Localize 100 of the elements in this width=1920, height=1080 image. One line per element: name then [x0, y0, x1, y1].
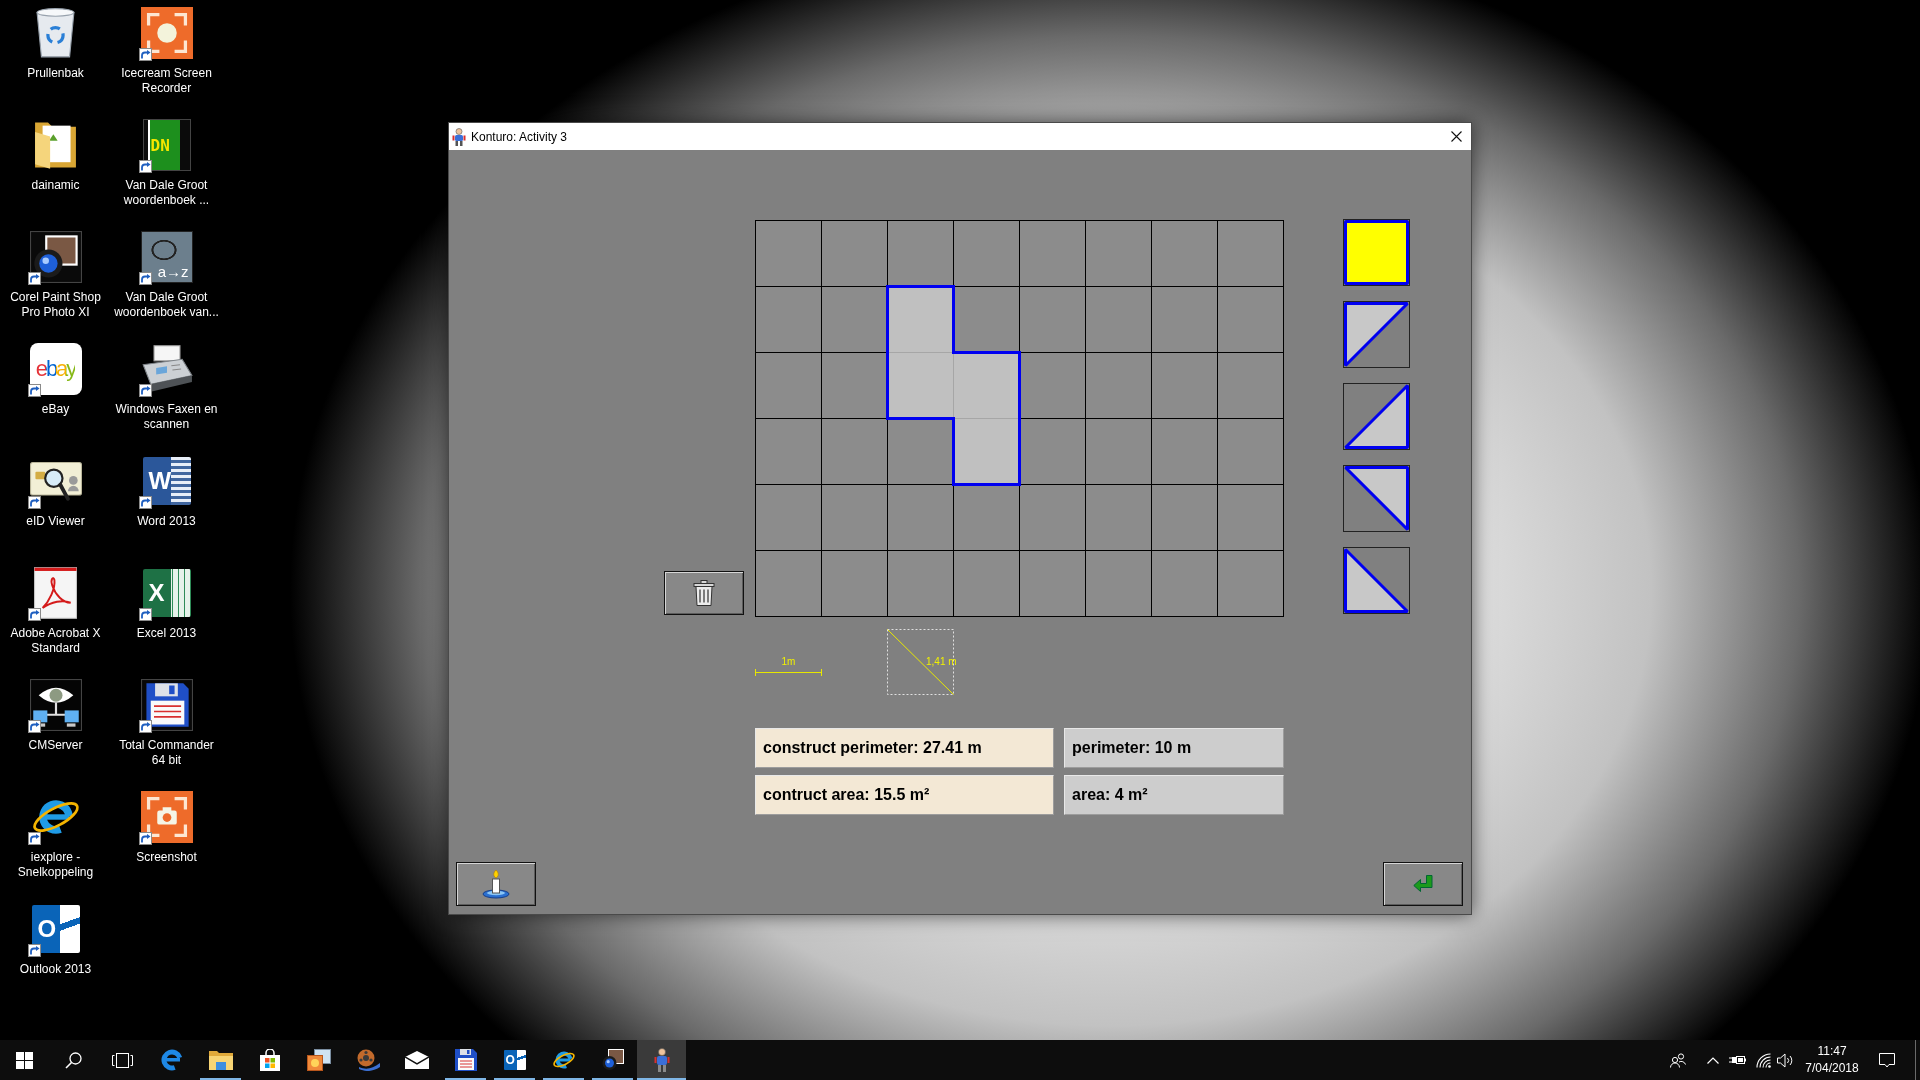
icon-label[interactable]: eID Viewer [26, 514, 85, 529]
icon-label[interactable]: Word 2013 [137, 514, 196, 529]
grid-cell[interactable] [1151, 286, 1218, 353]
grid-cell[interactable] [755, 286, 822, 353]
grid-cell[interactable] [1019, 220, 1086, 287]
grid-cell[interactable] [821, 484, 888, 551]
chevron-up-icon[interactable] [1707, 1056, 1719, 1064]
square-tool-button[interactable] [1343, 219, 1410, 286]
grid-cell[interactable] [1085, 418, 1152, 485]
grid-cell[interactable] [755, 484, 822, 551]
icon-label[interactable]: Prullenbak [27, 66, 84, 81]
grid-cell[interactable] [1151, 352, 1218, 419]
grid-cell[interactable] [887, 550, 954, 617]
grid-cell[interactable] [821, 352, 888, 419]
grid-cell[interactable] [1019, 418, 1086, 485]
letter-logo[interactable]: X [142, 569, 191, 617]
grid-cell[interactable] [1085, 550, 1152, 617]
filled-grid-cell[interactable] [887, 286, 954, 353]
enter-button[interactable] [1383, 862, 1463, 906]
filled-grid-cell[interactable] [953, 352, 1020, 419]
trash-button[interactable] [664, 571, 744, 615]
grid-cell[interactable] [1151, 550, 1218, 617]
icon-label[interactable]: Corel Paint Shop Pro Photo XI [1, 290, 110, 320]
icon-label[interactable]: iexplore - Snelkoppeling [1, 850, 110, 880]
fax-machine-icon[interactable] [140, 345, 193, 393]
grid-cell[interactable] [755, 352, 822, 419]
icon-label[interactable]: Windows Faxen en scannen [112, 402, 221, 432]
icon-label[interactable]: Outlook 2013 [19, 962, 92, 977]
icon-label[interactable]: CMServer [28, 738, 83, 753]
grid-cell[interactable] [821, 550, 888, 617]
clock-button[interactable]: 11:47 7/04/2018 [1797, 1040, 1867, 1080]
grid-cell[interactable] [1217, 418, 1284, 485]
icon-label[interactable]: eBay [41, 402, 70, 417]
triangle-tool-button[interactable] [1343, 383, 1410, 450]
icon-label[interactable]: Icecream Screen Recorder [112, 66, 221, 96]
grid-cell[interactable] [887, 418, 954, 485]
filled-grid-cell[interactable] [953, 418, 1020, 485]
grid-cell[interactable] [1151, 220, 1218, 287]
robot-icon [452, 127, 466, 146]
speaker-icon[interactable] [1776, 1052, 1794, 1068]
people-icon[interactable] [1670, 1052, 1686, 1068]
grid-cell[interactable] [1085, 286, 1152, 353]
grid-cell[interactable] [1217, 220, 1284, 287]
grid-cell[interactable] [1217, 286, 1284, 353]
icon-label[interactable]: Excel 2013 [136, 626, 197, 641]
grid-cell[interactable] [1019, 352, 1086, 419]
wifi-icon[interactable] [1755, 1052, 1771, 1068]
grid-cell[interactable] [1085, 220, 1152, 287]
grid-cell[interactable] [821, 418, 888, 485]
grid-cell[interactable] [1085, 352, 1152, 419]
folder-icon[interactable] [34, 121, 77, 169]
scale-bar [755, 669, 822, 676]
icon-label[interactable]: dainamic [31, 178, 80, 193]
grid-cell[interactable] [1217, 550, 1284, 617]
grid-cell[interactable] [821, 286, 888, 353]
camera-lens-icon[interactable] [29, 231, 82, 283]
triangle-tool-button[interactable] [1343, 547, 1410, 614]
grid-cell[interactable] [953, 484, 1020, 551]
grid-cell[interactable] [953, 286, 1020, 353]
grid-cell[interactable] [1151, 418, 1218, 485]
letter-logo[interactable]: O [31, 905, 80, 953]
dictionary-logo[interactable]: a→z [140, 231, 193, 283]
triangle-tool-button[interactable] [1343, 465, 1410, 532]
grid-cell[interactable] [1019, 286, 1086, 353]
grid-cell[interactable] [1217, 484, 1284, 551]
grid-cell[interactable] [953, 550, 1020, 617]
grid-cell[interactable] [821, 220, 888, 287]
grid-cell[interactable] [1019, 484, 1086, 551]
letter-logo[interactable]: W [142, 457, 191, 505]
icon-label[interactable]: Van Dale Groot woordenboek van... [112, 290, 221, 320]
grid-cell[interactable] [1019, 550, 1086, 617]
result-field: contruct area: 15.5 m² [755, 775, 1054, 815]
grid-cell[interactable] [755, 550, 822, 617]
grid-cell[interactable] [755, 418, 822, 485]
grid-cell[interactable] [1085, 484, 1152, 551]
notification-icon[interactable] [1879, 1052, 1895, 1068]
taskbar-button[interactable]: O [490, 1040, 539, 1080]
icon-label[interactable]: Screenshot [136, 850, 197, 865]
camera-icon[interactable] [140, 791, 193, 843]
triangle-tool-button[interactable] [1343, 301, 1410, 368]
grid-cell[interactable] [755, 220, 822, 287]
icon-label[interactable]: Adobe Acrobat X Standard [1, 626, 110, 656]
icon-label[interactable]: Van Dale Groot woordenboek ... [112, 178, 221, 208]
document-icon[interactable] [34, 567, 77, 619]
eye-network-icon[interactable] [29, 679, 82, 731]
viewfinder-icon[interactable] [140, 7, 193, 59]
trash-can-icon [693, 580, 715, 606]
grid-cell[interactable] [1151, 484, 1218, 551]
task-view-icon [112, 1052, 133, 1068]
grid-cell[interactable] [953, 220, 1020, 287]
battery-icon[interactable] [1728, 1055, 1746, 1065]
recycle-bin-icon[interactable] [36, 8, 75, 58]
grid-cell[interactable] [887, 220, 954, 287]
folder-icon [208, 1050, 233, 1070]
icon-label[interactable]: Total Commander 64 bit [112, 738, 221, 768]
filled-grid-cell[interactable] [887, 352, 954, 419]
id-card-icon[interactable] [29, 461, 82, 501]
grid-cell[interactable] [887, 484, 954, 551]
candle-button[interactable] [456, 862, 536, 906]
grid-cell[interactable] [1217, 352, 1284, 419]
